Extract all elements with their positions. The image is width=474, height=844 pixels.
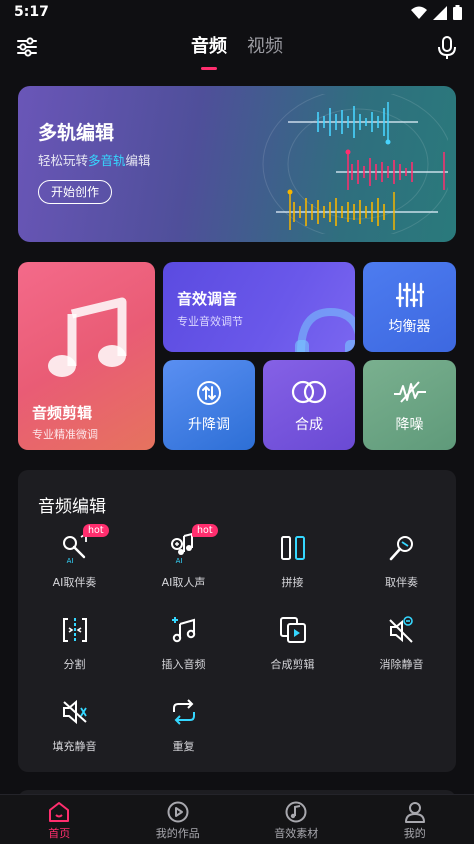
- bottom-navigation: 首页 我的作品 音效素材 我的: [0, 794, 474, 844]
- tool-label: 插入音频: [161, 658, 206, 671]
- top-bar: 音频 视频: [0, 26, 474, 74]
- merge-clip-icon: [279, 617, 306, 643]
- tool-label: 消除静音: [379, 658, 424, 671]
- denoise-card[interactable]: 降噪: [363, 360, 456, 450]
- tab-audio[interactable]: 音频: [191, 32, 227, 70]
- tool-remove-silence[interactable]: 消除静音: [347, 610, 456, 682]
- audio-clip-title: 音频剪辑: [32, 404, 93, 422]
- tool-splice[interactable]: 拼接: [238, 528, 347, 600]
- waveform-tracks-illustration: [262, 94, 448, 234]
- hot-badge: hot: [83, 524, 109, 537]
- pitch-card[interactable]: 升降调: [163, 360, 255, 450]
- repeat-icon: [172, 699, 195, 725]
- tool-ai-vocals[interactable]: AI hot AI取人声: [129, 524, 238, 600]
- start-creating-button[interactable]: 开始创作: [38, 180, 113, 204]
- user-icon: [404, 802, 425, 823]
- microphone-icon[interactable]: [436, 36, 458, 60]
- tool-label: AI取人声: [161, 576, 206, 589]
- audio-clip-card[interactable]: 音频剪辑 专业精准微调: [18, 262, 155, 450]
- pitch-shift-icon: [197, 381, 221, 405]
- tool-label: 重复: [172, 740, 195, 753]
- nav-my-works[interactable]: 我的作品: [119, 795, 238, 844]
- signal-icon: [433, 5, 447, 20]
- banner-subtitle: 轻松玩转多音轨编辑: [38, 153, 151, 168]
- nav-label: 我的: [403, 827, 426, 840]
- tool-merge-clip[interactable]: 合成剪辑: [238, 610, 347, 682]
- svg-text:AI: AI: [66, 557, 73, 564]
- tool-label: AI取伴奏: [52, 576, 97, 589]
- headphones-icon: [295, 307, 355, 352]
- nav-label: 音效素材: [274, 827, 319, 840]
- nav-home[interactable]: 首页: [0, 795, 119, 844]
- multitrack-banner[interactable]: 多轨编辑 轻松玩转多音轨编辑 开始创作: [18, 86, 456, 242]
- tool-repeat[interactable]: 重复: [129, 692, 238, 764]
- sound-effects-card[interactable]: 音效调音 专业音效调节: [163, 262, 355, 352]
- tool-ai-accompaniment[interactable]: AI hot AI取伴奏: [20, 524, 129, 600]
- music-note-icon: [48, 297, 127, 377]
- nav-label: 我的作品: [155, 827, 200, 840]
- mix-label: 合成: [295, 417, 323, 433]
- equalizer-label: 均衡器: [388, 319, 431, 335]
- audio-edit-title: 音频编辑: [38, 497, 106, 517]
- nav-label: 首页: [48, 827, 71, 840]
- nav-profile[interactable]: 我的: [356, 795, 474, 844]
- tool-split[interactable]: 分割: [20, 610, 129, 682]
- audio-clip-subtitle: 专业精准微调: [32, 428, 98, 441]
- svg-text:AI: AI: [175, 557, 182, 564]
- nav-sound-library[interactable]: 音效素材: [237, 795, 356, 844]
- tool-label: 拼接: [281, 576, 304, 589]
- sound-effects-title: 音效调音: [177, 290, 238, 308]
- split-icon: [62, 618, 87, 642]
- banner-title: 多轨编辑: [38, 122, 115, 144]
- fill-silence-icon: [62, 699, 87, 725]
- pitch-label: 升降调: [188, 417, 230, 433]
- equalizer-card[interactable]: 均衡器: [363, 262, 456, 352]
- splice-icon: [280, 536, 305, 560]
- status-bar: 5:17: [0, 0, 474, 26]
- music-disc-icon: [285, 801, 307, 823]
- tool-label: 取伴奏: [385, 576, 418, 589]
- home-icon: [49, 802, 70, 822]
- tool-label: 合成剪辑: [270, 658, 315, 671]
- hot-badge: hot: [192, 524, 218, 537]
- mic-icon: [389, 536, 413, 561]
- battery-icon: [453, 5, 462, 20]
- insert-audio-icon: [171, 617, 195, 643]
- status-time: 5:17: [14, 4, 49, 20]
- tool-accompaniment[interactable]: 取伴奏: [347, 528, 456, 600]
- audio-edit-panel: 音频编辑 AI hot AI取伴奏 AI hot AI取人声 拼接 取伴奏 分割…: [18, 470, 456, 772]
- equalizer-icon: [395, 282, 424, 308]
- tool-label: 填充静音: [52, 740, 97, 753]
- tool-fill-silence[interactable]: 填充静音: [20, 692, 129, 764]
- tool-label: 分割: [63, 658, 86, 671]
- merge-circles-icon: [291, 380, 327, 404]
- denoise-icon: [393, 381, 426, 403]
- tab-video[interactable]: 视频: [247, 32, 283, 58]
- tool-insert-audio[interactable]: 插入音频: [129, 610, 238, 682]
- sound-effects-subtitle: 专业音效调节: [177, 315, 243, 328]
- denoise-label: 降噪: [395, 417, 424, 433]
- mix-card[interactable]: 合成: [263, 360, 355, 450]
- wifi-icon: [411, 6, 427, 19]
- play-circle-icon: [167, 801, 189, 823]
- remove-silence-icon: [388, 616, 413, 643]
